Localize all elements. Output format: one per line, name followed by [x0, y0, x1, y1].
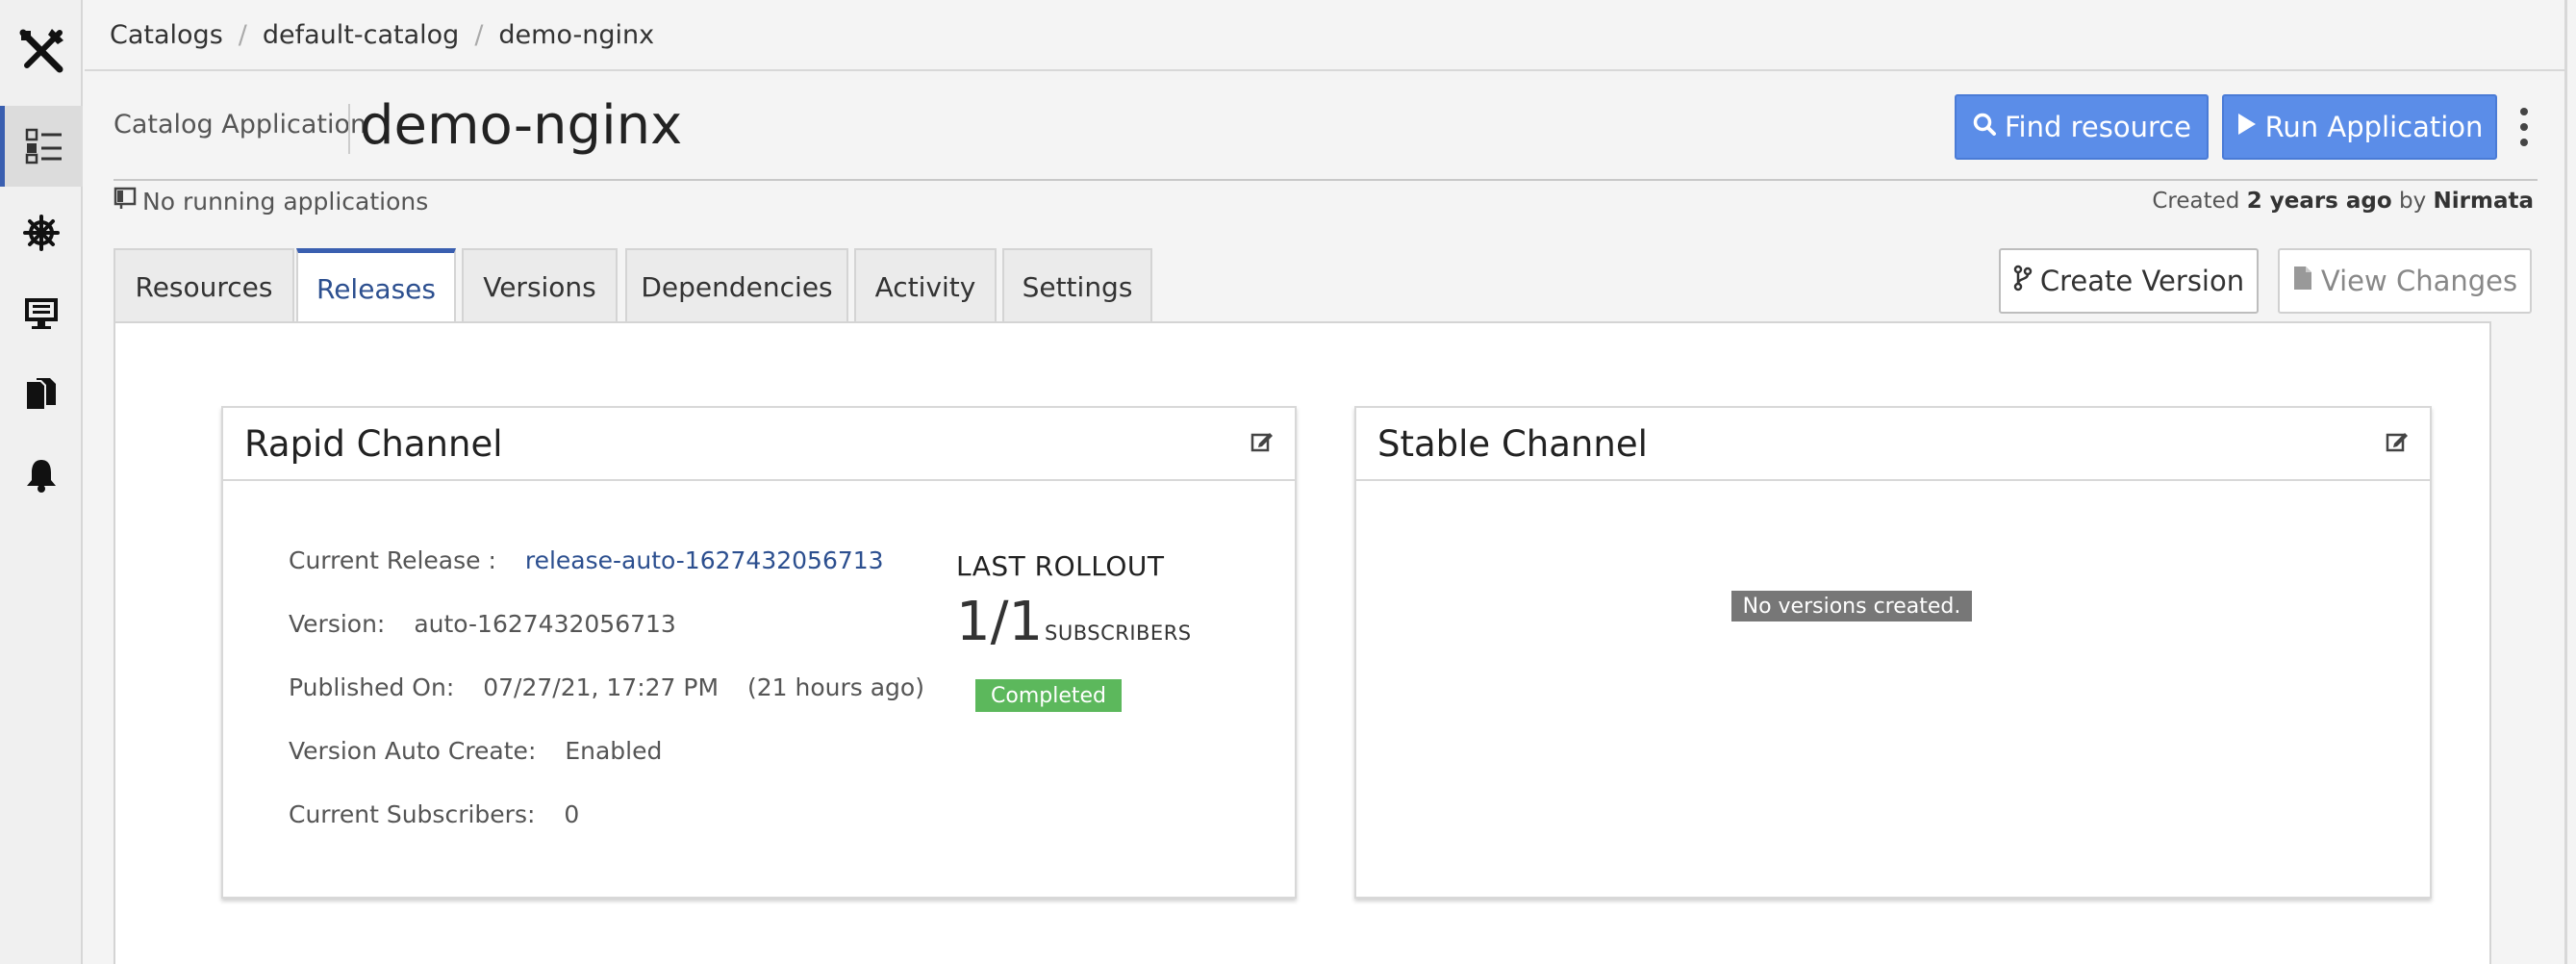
sidebar-item-catalog[interactable]	[0, 106, 83, 187]
sidebar-item-policies[interactable]	[0, 354, 83, 435]
rapid-channel-card: Rapid Channel Current Release : release-…	[221, 406, 1297, 899]
stable-channel-title: Stable Channel	[1377, 422, 1648, 465]
branch-icon	[2013, 265, 2033, 298]
sidebar-item-alerts[interactable]	[0, 435, 83, 516]
header-divider	[114, 179, 2538, 181]
tab-releases[interactable]: Releases	[296, 248, 456, 325]
version-row: Version: auto-1627432056713	[289, 610, 676, 638]
rapid-channel-title: Rapid Channel	[244, 422, 503, 465]
edit-icon[interactable]	[1250, 431, 1274, 456]
tab-activity[interactable]: Activity	[854, 248, 997, 323]
find-resource-button[interactable]: Find resource	[1955, 94, 2209, 160]
published-label: Published On:	[289, 673, 455, 701]
edit-icon[interactable]	[2386, 431, 2409, 456]
version-value: auto-1627432056713	[414, 610, 676, 638]
auto-create-label: Version Auto Create:	[289, 737, 537, 765]
bell-icon	[25, 457, 58, 494]
stable-channel-header: Stable Channel	[1356, 408, 2430, 481]
breadcrumb-default-catalog[interactable]: default-catalog	[263, 20, 459, 50]
find-resource-label: Find resource	[2004, 111, 2192, 143]
auto-create-row: Version Auto Create: Enabled	[289, 737, 662, 765]
version-label: Version:	[289, 610, 386, 638]
status-badge: Completed	[975, 679, 1122, 712]
more-options-icon[interactable]	[2513, 104, 2536, 150]
running-status: No running applications	[114, 187, 428, 216]
tools-icon[interactable]	[17, 27, 65, 75]
created-by-word: by	[2398, 189, 2427, 214]
title-divider	[348, 104, 350, 154]
subscribers-value: 0	[564, 800, 580, 828]
current-release-row: Current Release : release-auto-162743205…	[289, 546, 884, 574]
rapid-channel-header: Rapid Channel	[223, 408, 1295, 481]
tab-versions[interactable]: Versions	[462, 248, 618, 323]
empty-versions-badge: No versions created.	[1731, 591, 1972, 622]
breadcrumb: Catalogs / default-catalog / demo-nginx	[85, 0, 2566, 71]
sidebar-item-environments[interactable]	[0, 273, 83, 354]
breadcrumb-separator: /	[238, 19, 247, 50]
run-application-button[interactable]: Run Application	[2222, 94, 2497, 160]
run-application-label: Run Application	[2264, 111, 2484, 143]
rollout-subscribers-label: SUBSCRIBERS	[1045, 622, 1192, 645]
stable-channel-card: Stable Channel No versions created.	[1354, 406, 2432, 899]
tab-resources[interactable]: Resources	[114, 248, 294, 323]
rollout-count: 1/1	[956, 591, 1044, 653]
monitor-icon	[23, 296, 60, 331]
auto-create-value: Enabled	[565, 737, 663, 765]
current-release-label: Current Release :	[289, 546, 496, 574]
view-changes-label: View Changes	[2320, 265, 2518, 297]
running-status-text: No running applications	[142, 187, 429, 216]
last-rollout-label: LAST ROLLOUT	[956, 550, 1165, 582]
app-type-label: Catalog Application	[114, 110, 367, 140]
play-icon	[2236, 111, 2258, 143]
documents-icon	[23, 376, 60, 413]
create-version-button[interactable]: Create Version	[1999, 248, 2259, 314]
page-right-border	[2564, 0, 2567, 964]
sidebar-item-helm[interactable]	[0, 192, 83, 273]
create-version-label: Create Version	[2039, 265, 2245, 297]
tab-dependencies[interactable]: Dependencies	[625, 248, 848, 323]
search-icon	[1972, 111, 1997, 143]
breadcrumb-demo-nginx: demo-nginx	[498, 19, 655, 50]
helm-wheel-icon	[23, 215, 60, 251]
sidebar	[0, 0, 83, 964]
file-icon	[2292, 265, 2313, 298]
breadcrumb-catalogs[interactable]: Catalogs	[110, 20, 223, 50]
subscribers-row: Current Subscribers: 0	[289, 800, 579, 828]
created-age: 2 years ago	[2246, 189, 2392, 214]
created-by: Nirmata	[2433, 189, 2534, 214]
created-info: Created 2 years ago by Nirmata	[2152, 189, 2534, 214]
running-apps-icon	[114, 187, 137, 216]
tab-settings[interactable]: Settings	[1002, 248, 1152, 323]
current-release-link[interactable]: release-auto-1627432056713	[525, 546, 884, 574]
page-title: demo-nginx	[360, 94, 683, 157]
view-changes-button[interactable]: View Changes	[2278, 248, 2532, 314]
created-prefix: Created	[2152, 189, 2240, 214]
catalog-list-icon	[25, 127, 63, 165]
published-ago: (21 hours ago)	[746, 673, 924, 701]
subscribers-label: Current Subscribers:	[289, 800, 536, 828]
breadcrumb-separator: /	[474, 19, 484, 50]
published-row: Published On: 07/27/21, 17:27 PM (21 hou…	[289, 673, 924, 701]
published-value: 07/27/21, 17:27 PM	[483, 673, 720, 701]
